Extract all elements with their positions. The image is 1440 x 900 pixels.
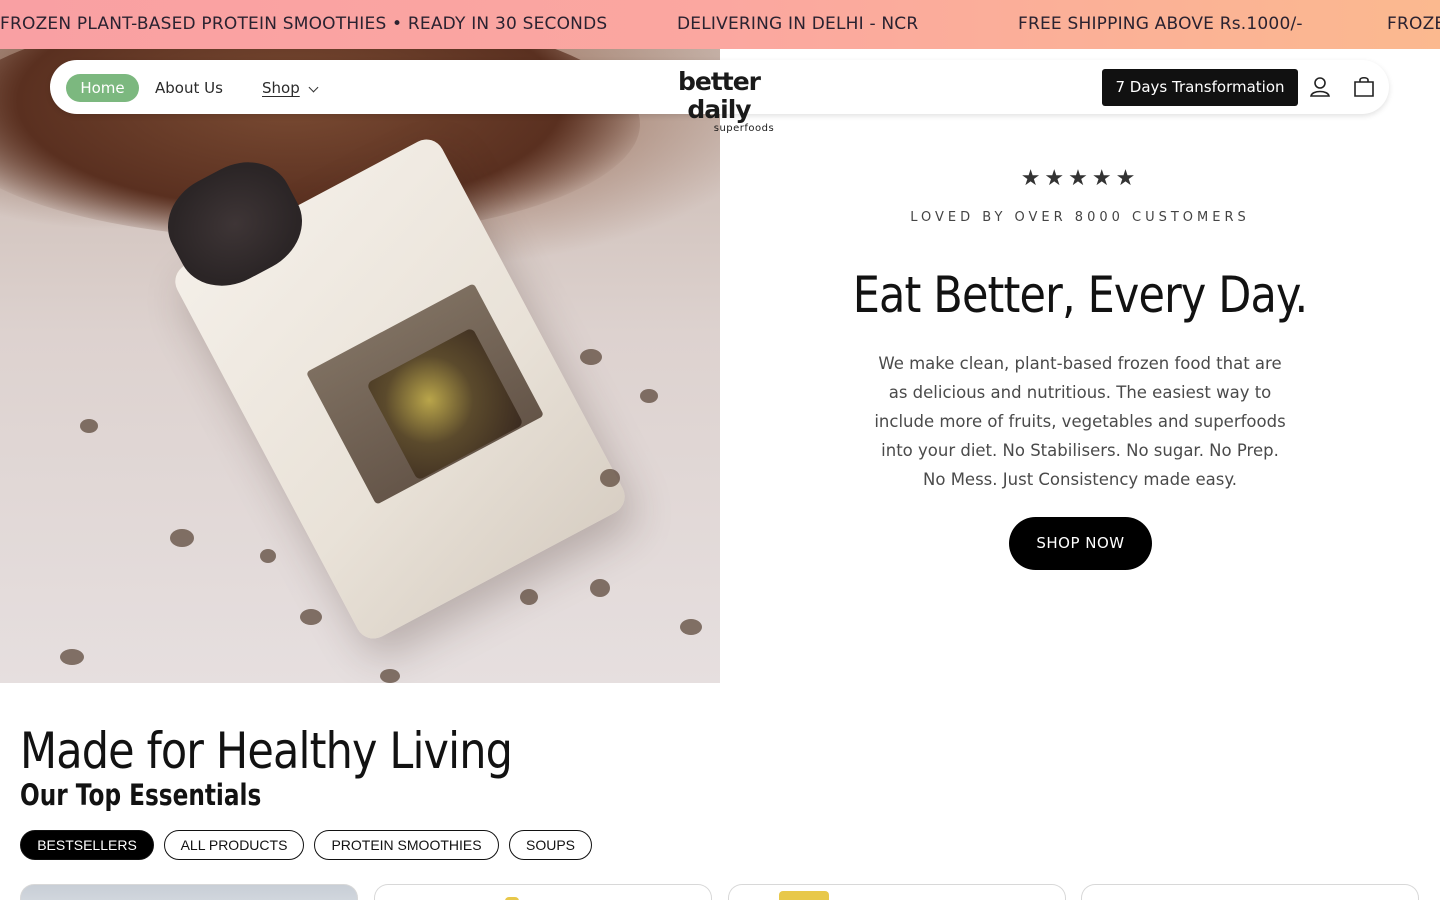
logo[interactable]: better daily superfoods: [654, 68, 784, 134]
seed-graphic: [520, 589, 538, 605]
account-icon[interactable]: [1306, 73, 1334, 101]
nav-item-about-us[interactable]: About Us: [155, 74, 223, 102]
seed-graphic: [260, 549, 276, 563]
seed-graphic: [680, 619, 702, 635]
logo-wordmark: better daily: [677, 67, 761, 124]
hero-tagline: LOVED BY OVER 8000 CUSTOMERS: [910, 210, 1250, 225]
announcement-item: FROZEN PLANT-BASED PROTEIN SMOOTHIES • R…: [0, 14, 608, 34]
product-card[interactable]: [728, 884, 1066, 900]
section-title: Made for Healthy Living: [20, 722, 513, 780]
announcement-bar: FROZEN PLANT-BASED PROTEIN SMOOTHIES • R…: [0, 0, 1440, 49]
section-subtitle: Our Top Essentials: [20, 778, 262, 812]
announcement-item: FREE SHIPPING ABOVE Rs.1000/-: [1018, 14, 1303, 34]
chevron-down-icon[interactable]: [308, 82, 319, 93]
product-image: [779, 891, 829, 900]
cart-icon[interactable]: [1350, 73, 1378, 101]
seed-graphic: [600, 469, 620, 487]
seed-graphic: [300, 609, 322, 625]
filter-all-products[interactable]: ALL PRODUCTS: [164, 830, 304, 860]
nav-item-home[interactable]: Home: [66, 74, 139, 102]
seed-graphic: [380, 669, 400, 683]
product-card[interactable]: [374, 884, 712, 900]
hero-title: Eat Better, Every Day.: [852, 266, 1308, 324]
hero-description: We make clean, plant-based frozen food t…: [874, 354, 1286, 489]
seed-graphic: [590, 579, 610, 597]
seed-graphic: [60, 649, 84, 665]
announcement-item: DELIVERING IN DELHI - NCR: [677, 14, 919, 34]
filter-soups[interactable]: SOUPS: [509, 830, 592, 860]
header-nav: Home About Us Shop better daily superfoo…: [50, 60, 1389, 134]
logo-subtitle: superfoods: [713, 123, 775, 134]
filter-bestsellers[interactable]: BESTSELLERS: [20, 830, 154, 860]
seven-days-transformation-button[interactable]: 7 Days Transformation: [1102, 69, 1298, 106]
nav-item-shop[interactable]: Shop: [262, 74, 300, 102]
hero-image: [0, 49, 720, 683]
shop-now-button[interactable]: SHOP NOW: [1009, 517, 1152, 570]
announcement-item: FROZE: [1387, 14, 1440, 34]
rating-stars: ★★★★★: [1020, 166, 1140, 191]
seed-graphic: [580, 349, 602, 365]
seed-graphic: [80, 419, 98, 433]
seed-graphic: [640, 389, 658, 403]
seed-graphic: [170, 529, 194, 547]
product-card[interactable]: [1081, 884, 1419, 900]
filter-protein-smoothies[interactable]: PROTEIN SMOOTHIES: [314, 830, 499, 860]
product-card[interactable]: [20, 884, 358, 900]
